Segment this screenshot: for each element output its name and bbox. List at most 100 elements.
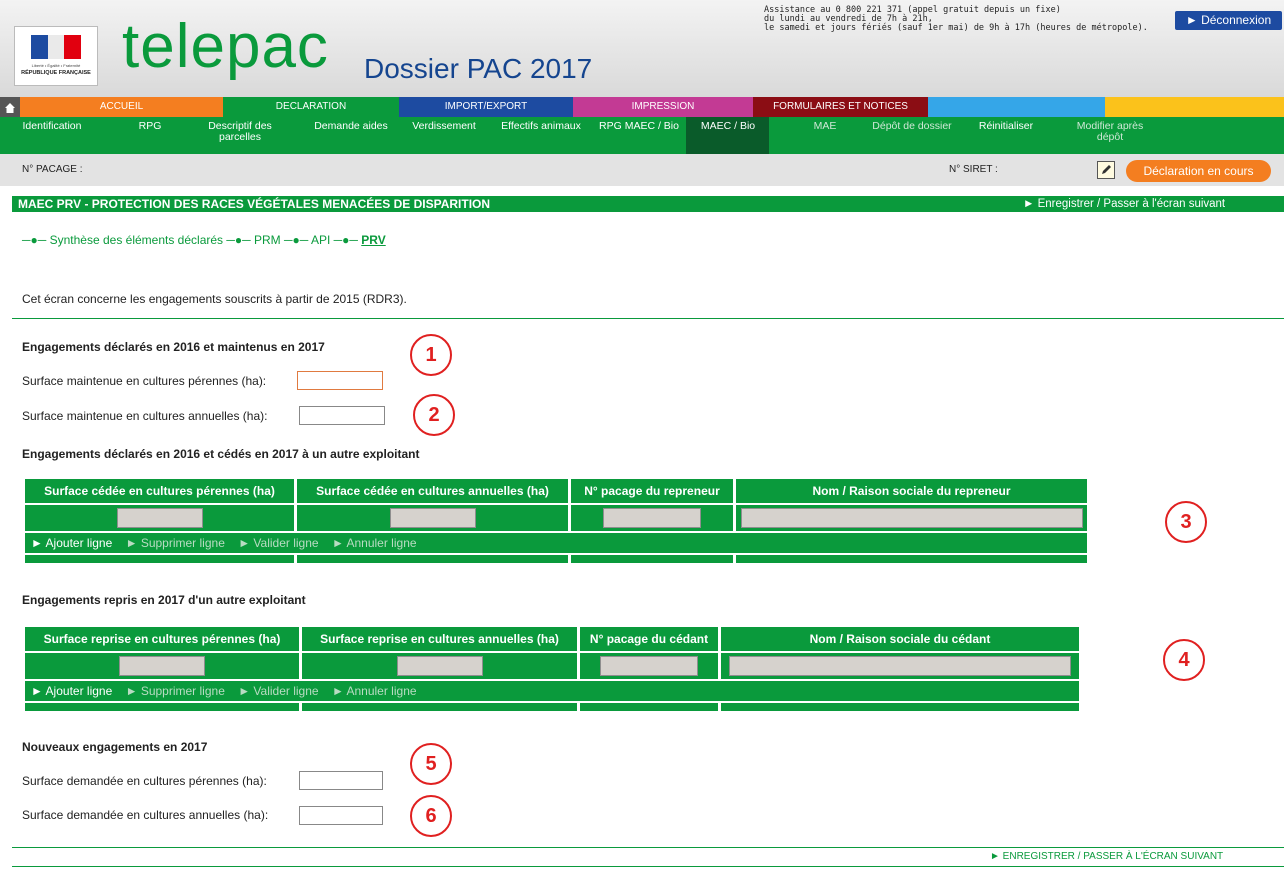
table-cell xyxy=(297,505,568,531)
edit-note-icon[interactable] xyxy=(1097,161,1115,179)
subnav-rpg-maec-bio[interactable]: RPG MAEC / Bio xyxy=(594,121,684,132)
breadcrumb-api[interactable]: API xyxy=(311,233,330,247)
telepac-logo: telepac xyxy=(122,12,329,81)
tab-declaration[interactable]: DECLARATION xyxy=(223,97,399,117)
arrow-icon: ─●─ xyxy=(284,233,309,247)
siret-label: N° SIRET : xyxy=(949,164,998,175)
table-cell xyxy=(25,505,294,531)
taken-annual-input[interactable] xyxy=(396,656,483,676)
maintained-heading: Engagements déclarés en 2016 et maintenu… xyxy=(22,340,325,354)
maintained-annual-input[interactable] xyxy=(299,406,385,425)
pacage-label: N° PACAGE : xyxy=(22,164,83,175)
marianne-flag-icon xyxy=(31,35,81,59)
ceded-annual-input[interactable] xyxy=(389,508,476,528)
table-cell xyxy=(580,653,718,679)
marker-6: 6 xyxy=(410,795,452,837)
cancel-row-button[interactable]: ► Annuler ligne xyxy=(332,684,417,698)
breadcrumb-prv[interactable]: PRV xyxy=(361,233,385,247)
assistance-info: Assistance au 0 800 221 371 (appel gratu… xyxy=(764,6,1164,33)
declaration-status-button[interactable]: Déclaration en cours xyxy=(1126,160,1271,182)
breadcrumb-synthese[interactable]: Synthèse des éléments déclarés xyxy=(50,233,223,247)
subnav-effectifs-animaux[interactable]: Effectifs animaux xyxy=(491,121,591,132)
cancel-row-button[interactable]: ► Annuler ligne xyxy=(332,536,417,550)
ceded-col-pacage: N° pacage du repreneur xyxy=(571,479,733,503)
subnav-depot-dossier[interactable]: Dépôt de dossier xyxy=(862,121,962,132)
logout-button[interactable]: ► Déconnexion xyxy=(1175,11,1282,30)
table-cell xyxy=(721,703,1079,711)
taken-col-annual: Surface reprise en cultures annuelles (h… xyxy=(302,627,577,651)
home-tab[interactable] xyxy=(0,97,20,117)
validate-row-button[interactable]: ► Valider ligne xyxy=(238,536,318,550)
republique-motto: Liberté • Égalité • Fraternité xyxy=(31,63,81,68)
subnav-rpg[interactable]: RPG xyxy=(130,121,170,132)
arrow-icon: ─●─ xyxy=(226,233,251,247)
new-annual-label: Surface demandée en cultures annuelles (… xyxy=(22,808,269,822)
tab-impression[interactable]: IMPRESSION xyxy=(573,97,753,117)
taken-col-name: Nom / Raison sociale du cédant xyxy=(721,627,1079,651)
breadcrumb-prm[interactable]: PRM xyxy=(254,233,281,247)
maintained-perennial-input[interactable] xyxy=(297,371,383,390)
subnav-identification[interactable]: Identification xyxy=(10,121,94,132)
taken-heading: Engagements repris en 2017 d'un autre ex… xyxy=(22,593,306,607)
taken-name-input[interactable] xyxy=(729,656,1071,676)
maintained-annual-label: Surface maintenue en cultures annuelles … xyxy=(22,409,268,423)
republique-francaise-logo: Liberté • Égalité • Fraternité RÉPUBLIQU… xyxy=(14,26,98,86)
add-row-button[interactable]: ► Ajouter ligne xyxy=(31,536,112,550)
ceded-col-name: Nom / Raison sociale du repreneur xyxy=(736,479,1087,503)
subnav-demande-aides[interactable]: Demande aides xyxy=(306,121,396,132)
marker-1: 1 xyxy=(410,334,452,376)
taken-table: Surface reprise en cultures pérennes (ha… xyxy=(22,625,1082,713)
marker-5: 5 xyxy=(410,743,452,785)
taken-perennial-input[interactable] xyxy=(119,656,205,676)
ceded-table: Surface cédée en cultures pérennes (ha) … xyxy=(22,477,1090,565)
add-row-button[interactable]: ► Ajouter ligne xyxy=(31,684,112,698)
footer-save-next-link[interactable]: ► ENREGISTRER / PASSER À L'ÉCRAN SUIVANT xyxy=(990,851,1223,862)
taken-row-actions: ► Ajouter ligne ► Supprimer ligne ► Vali… xyxy=(25,681,1079,701)
ceded-name-input[interactable] xyxy=(740,508,1083,528)
delete-row-button[interactable]: ► Supprimer ligne xyxy=(126,536,225,550)
table-cell xyxy=(571,555,733,563)
tab-import-export[interactable]: IMPORT/EXPORT xyxy=(399,97,573,117)
tab-yellow[interactable] xyxy=(1105,97,1284,117)
marker-2: 2 xyxy=(413,394,455,436)
ceded-perennial-input[interactable] xyxy=(116,508,203,528)
taken-pacage-input[interactable] xyxy=(600,656,698,676)
new-annual-input[interactable] xyxy=(299,806,383,825)
table-cell xyxy=(736,555,1087,563)
breadcrumb: ─●─ Synthèse des éléments déclarés ─●─ P… xyxy=(22,233,386,247)
dossier-title: Dossier PAC 2017 xyxy=(364,53,593,84)
subnav-modifier-apres-depot[interactable]: Modifier après dépôt xyxy=(1065,121,1155,143)
subnav-maec-bio[interactable]: MAEC / Bio xyxy=(688,121,768,132)
taken-col-perennial: Surface reprise en cultures pérennes (ha… xyxy=(25,627,299,651)
republique-text: RÉPUBLIQUE FRANÇAISE xyxy=(21,70,91,76)
table-cell xyxy=(25,653,299,679)
tab-formulaires-notices[interactable]: FORMULAIRES ET NOTICES xyxy=(753,97,928,117)
assistance-line: le samedi et jours fériés (sauf 1er mai)… xyxy=(764,23,1148,33)
table-cell xyxy=(302,703,577,711)
table-cell xyxy=(736,505,1087,531)
section-title: MAEC PRV - PROTECTION DES RACES VÉGÉTALE… xyxy=(18,197,491,211)
new-perennial-input[interactable] xyxy=(299,771,383,790)
delete-row-button[interactable]: ► Supprimer ligne xyxy=(126,684,225,698)
ceded-col-annual: Surface cédée en cultures annuelles (ha) xyxy=(297,479,568,503)
save-next-link[interactable]: ► Enregistrer / Passer à l'écran suivant xyxy=(1023,198,1225,210)
validate-row-button[interactable]: ► Valider ligne xyxy=(238,684,318,698)
subnav-reinitialiser[interactable]: Réinitialiser xyxy=(966,121,1046,132)
taken-col-pacage: N° pacage du cédant xyxy=(580,627,718,651)
subnav-mae[interactable]: MAE xyxy=(795,121,855,132)
arrow-icon: ─●─ xyxy=(333,233,358,247)
tab-accueil[interactable]: ACCUEIL xyxy=(20,97,223,117)
subnav-verdissement[interactable]: Verdissement xyxy=(404,121,484,132)
marker-3: 3 xyxy=(1165,501,1207,543)
ceded-pacage-input[interactable] xyxy=(603,508,701,528)
footer-divider xyxy=(12,847,1284,848)
ceded-heading: Engagements déclarés en 2016 et cédés en… xyxy=(22,447,420,461)
table-cell xyxy=(302,653,577,679)
info-bar xyxy=(0,154,1284,186)
table-cell xyxy=(571,505,733,531)
tab-blue[interactable] xyxy=(928,97,1105,117)
ceded-row-actions: ► Ajouter ligne ► Supprimer ligne ► Vali… xyxy=(25,533,1087,553)
footer-divider xyxy=(12,866,1284,867)
maintained-perennial-label: Surface maintenue en cultures pérennes (… xyxy=(22,374,267,388)
subnav-descriptif-parcelles[interactable]: Descriptif des parcelles xyxy=(200,121,280,143)
